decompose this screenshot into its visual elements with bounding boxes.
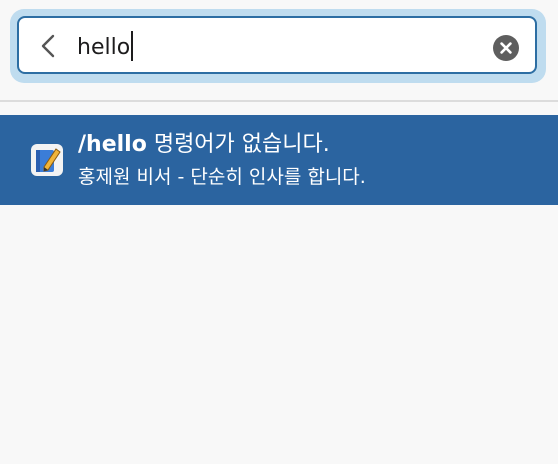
search-query: hello: [77, 35, 131, 60]
result-description: 홍제원 비서 - 단순히 인사를 합니다.: [78, 166, 366, 188]
divider: [0, 100, 558, 102]
search-input[interactable]: hello: [17, 16, 537, 74]
command-result-item[interactable]: /hello 명령어가 없습니다. 홍제원 비서 - 단순히 인사를 합니다.: [0, 115, 558, 205]
back-button[interactable]: [35, 32, 63, 60]
search-query-wrapper: hello: [77, 31, 134, 62]
command-name: /hello: [78, 132, 147, 157]
search-focus-ring: hello: [10, 9, 546, 83]
result-title: /hello 명령어가 없습니다.: [78, 131, 330, 159]
notebook-pencil-icon: [31, 144, 63, 176]
clear-search-button[interactable]: [493, 35, 519, 61]
text-caret: [131, 31, 134, 61]
chevron-left-icon: [41, 34, 55, 58]
clear-circle-icon: [493, 35, 519, 61]
result-message: 명령어가 없습니다.: [153, 132, 330, 157]
